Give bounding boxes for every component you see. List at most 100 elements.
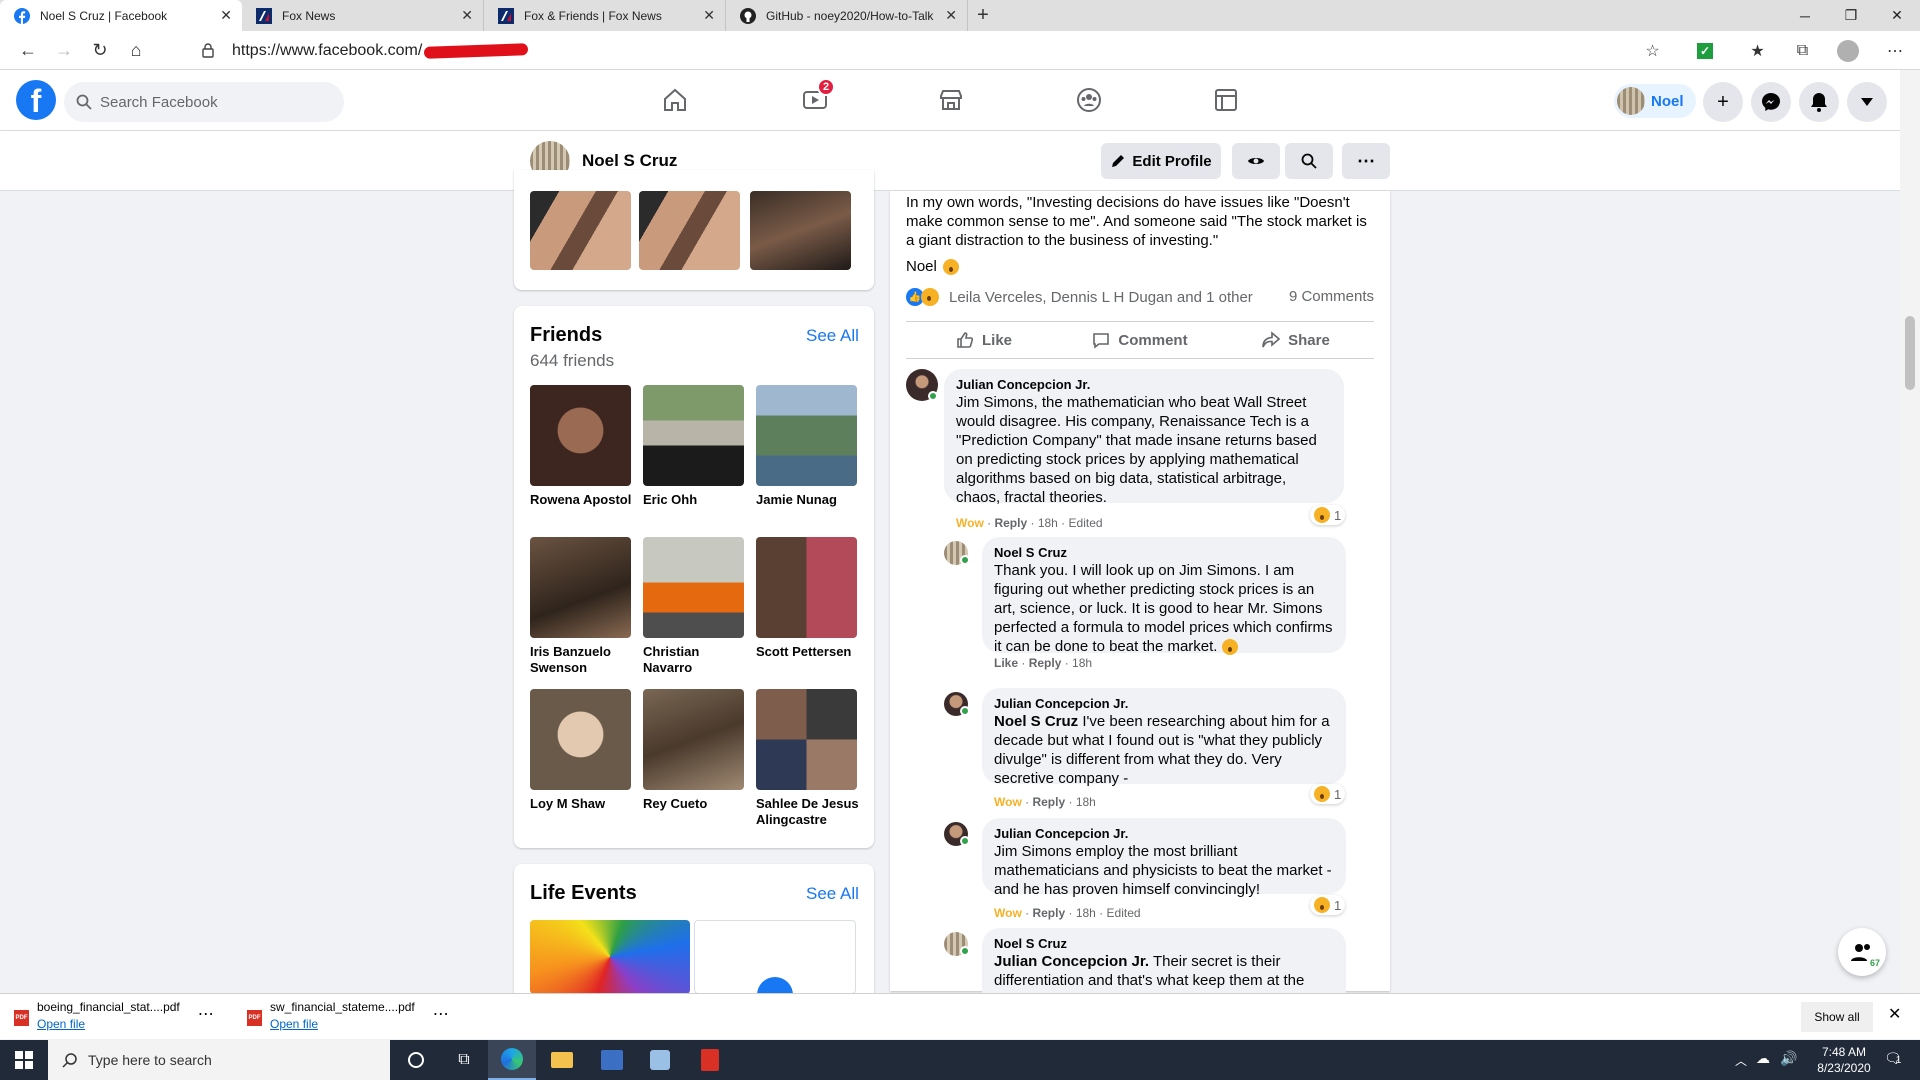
friend-photo[interactable] xyxy=(756,385,857,486)
favorites-icon[interactable]: ★ xyxy=(1735,41,1780,61)
file-explorer-icon[interactable] xyxy=(538,1040,586,1080)
tab-github[interactable]: GitHub - noey2020/How-to-Talk ✕ xyxy=(726,0,968,31)
life-event-placeholder[interactable] xyxy=(694,920,856,1013)
task-view-icon[interactable]: ⧉ xyxy=(440,1040,488,1080)
minimize-icon[interactable]: ─ xyxy=(1782,0,1828,31)
nav-watch-icon[interactable]: 2 xyxy=(795,78,835,120)
close-tab-icon[interactable]: ✕ xyxy=(461,7,473,24)
download-more-icon[interactable]: ⋯ xyxy=(198,1004,214,1031)
notebook-app-icon[interactable] xyxy=(636,1040,684,1080)
terminal-app-icon[interactable] xyxy=(588,1040,636,1080)
photo-thumbnail[interactable] xyxy=(750,191,851,270)
comment-reaction-count[interactable]: 1 xyxy=(1310,895,1346,915)
profile-icon[interactable] xyxy=(1825,39,1870,62)
friend-name[interactable]: Rowena Apostol xyxy=(530,492,634,508)
reaction-link[interactable]: Wow xyxy=(994,906,1022,920)
close-tab-icon[interactable]: ✕ xyxy=(703,7,715,24)
comment-mention[interactable]: Julian Concepcion Jr. xyxy=(994,953,1149,970)
comment-button[interactable]: Comment xyxy=(1062,322,1218,358)
friend-name[interactable]: Rey Cueto xyxy=(643,796,747,812)
new-chat-button[interactable]: 67 xyxy=(1838,928,1886,976)
friend-photo[interactable] xyxy=(530,689,631,790)
comment-time[interactable]: 18h xyxy=(1072,656,1092,670)
reaction-link[interactable]: Wow xyxy=(956,516,984,530)
action-center-icon[interactable]: 🗨1 xyxy=(1884,1050,1902,1067)
comments-count[interactable]: 9 Comments xyxy=(1289,288,1374,305)
url-field[interactable]: https://www.facebook.com/ xyxy=(232,37,1702,64)
home-icon[interactable]: ⌂ xyxy=(118,32,154,68)
view-as-button[interactable] xyxy=(1232,143,1280,179)
comment-time[interactable]: 18h xyxy=(1076,906,1096,920)
friend-photo[interactable] xyxy=(756,537,857,638)
like-link[interactable]: Like xyxy=(994,656,1018,670)
collections-icon[interactable]: ⧉ xyxy=(1780,42,1825,60)
extension-icon[interactable]: ✓ xyxy=(1675,42,1735,59)
friend-photo[interactable] xyxy=(643,385,744,486)
friend-name[interactable]: Christian Navarro xyxy=(643,644,747,676)
favorite-star-icon[interactable]: ☆ xyxy=(1630,41,1675,61)
browser-menu-icon[interactable]: ⋯ xyxy=(1870,41,1920,61)
friend-photo[interactable] xyxy=(643,689,744,790)
profile-shortcut[interactable]: Noel xyxy=(1614,84,1696,118)
page-scrollbar[interactable] xyxy=(1900,70,1920,993)
photo-thumbnail[interactable] xyxy=(639,191,740,270)
life-events-see-all-link[interactable]: See All xyxy=(806,884,859,904)
reply-link[interactable]: Reply xyxy=(1032,795,1065,809)
close-tab-icon[interactable]: ✕ xyxy=(945,7,957,24)
reply-link[interactable]: Reply xyxy=(1029,656,1062,670)
messenger-icon[interactable] xyxy=(1751,82,1791,122)
friend-photo[interactable] xyxy=(756,689,857,790)
nav-groups-icon[interactable] xyxy=(1069,80,1109,120)
friend-photo[interactable] xyxy=(530,385,631,486)
profile-search-button[interactable] xyxy=(1285,143,1333,179)
forward-icon[interactable]: → xyxy=(46,32,82,68)
close-window-icon[interactable]: ✕ xyxy=(1874,0,1920,31)
open-file-link[interactable]: Open file xyxy=(270,1017,415,1031)
close-tab-icon[interactable]: ✕ xyxy=(220,7,232,24)
friend-name[interactable]: Iris Banzuelo Swenson xyxy=(530,644,634,676)
friend-photo[interactable] xyxy=(530,537,631,638)
life-event-image[interactable] xyxy=(530,920,690,994)
cortana-icon[interactable] xyxy=(392,1040,440,1080)
nav-home-icon[interactable] xyxy=(655,80,695,120)
volume-icon[interactable]: 🔊 xyxy=(1780,1050,1797,1067)
comment-reaction-count[interactable]: 1 xyxy=(1310,784,1346,804)
comment-time[interactable]: 18h xyxy=(1076,795,1096,809)
back-icon[interactable]: ← xyxy=(10,32,46,68)
photo-thumbnail[interactable] xyxy=(530,191,631,270)
reaction-link[interactable]: Wow xyxy=(994,795,1022,809)
friend-name[interactable]: Sahlee De Jesus Alingcastre xyxy=(756,796,860,828)
tab-fox-friends[interactable]: Fox & Friends | Fox News ✕ xyxy=(484,0,726,31)
comment-author[interactable]: Julian Concepcion Jr. xyxy=(994,696,1334,712)
comment-author[interactable]: Julian Concepcion Jr. xyxy=(956,377,1332,393)
edge-browser-icon[interactable] xyxy=(488,1040,536,1080)
comment-time[interactable]: 18h xyxy=(1038,516,1058,530)
tray-expand-icon[interactable]: ︿ xyxy=(1735,1052,1747,1069)
clock[interactable]: 7:48 AM 8/23/2020 xyxy=(1812,1044,1876,1076)
tab-facebook[interactable]: Noel S Cruz | Facebook ✕ xyxy=(0,0,242,31)
facebook-logo-icon[interactable]: f xyxy=(16,80,56,120)
new-tab-button[interactable]: + xyxy=(968,0,998,31)
friend-name[interactable]: Eric Ohh xyxy=(643,492,747,508)
create-plus-icon[interactable]: + xyxy=(1703,82,1743,122)
friend-photo[interactable] xyxy=(643,537,744,638)
more-options-button[interactable]: ⋯ xyxy=(1342,143,1390,179)
windows-start-icon[interactable] xyxy=(0,1040,48,1080)
pdf-reader-icon[interactable] xyxy=(686,1040,734,1080)
download-more-icon[interactable]: ⋯ xyxy=(433,1004,449,1031)
comment-author[interactable]: Julian Concepcion Jr. xyxy=(994,826,1334,842)
comment-author[interactable]: Noel S Cruz xyxy=(994,545,1334,561)
reply-link[interactable]: Reply xyxy=(994,516,1027,530)
open-file-link[interactable]: Open file xyxy=(37,1017,180,1031)
reply-link[interactable]: Reply xyxy=(1032,906,1065,920)
close-downloads-icon[interactable]: ✕ xyxy=(1888,1004,1901,1024)
share-button[interactable]: Share xyxy=(1218,322,1374,358)
comment-author[interactable]: Noel S Cruz xyxy=(994,936,1334,952)
account-dropdown-icon[interactable] xyxy=(1847,82,1887,122)
facebook-search-input[interactable]: Search Facebook xyxy=(64,82,344,122)
tab-foxnews[interactable]: Fox News ✕ xyxy=(242,0,484,31)
like-button[interactable]: Like xyxy=(906,322,1062,358)
maximize-icon[interactable]: ❐ xyxy=(1828,0,1874,31)
friend-name[interactable]: Jamie Nunag xyxy=(756,492,860,508)
nav-marketplace-icon[interactable] xyxy=(931,80,971,120)
